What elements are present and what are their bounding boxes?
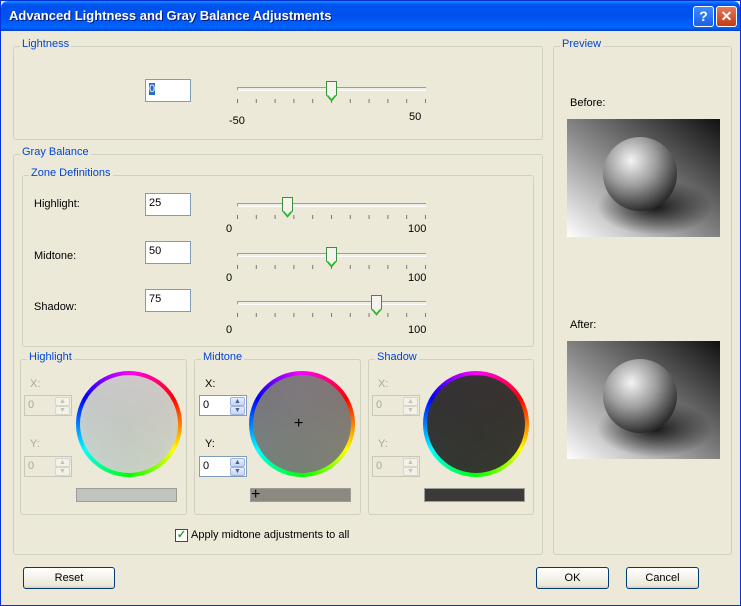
window-title: Advanced Lightness and Gray Balance Adju… xyxy=(9,8,332,23)
zone-definitions-legend: Zone Definitions xyxy=(29,167,113,179)
midtone-crosshair-icon[interactable]: + xyxy=(294,416,303,432)
highlight-x-down-icon: ▼ xyxy=(55,406,70,415)
gray-balance-legend: Gray Balance xyxy=(20,146,91,158)
after-label: After: xyxy=(570,319,597,331)
title-bar[interactable]: Advanced Lightness and Gray Balance Adju… xyxy=(1,1,740,31)
shadow-y-label: Y: xyxy=(378,438,388,450)
highlight-x-label: X: xyxy=(30,378,41,390)
help-button[interactable]: ? xyxy=(693,6,714,27)
midtone-max-label: 100 xyxy=(408,272,427,284)
before-label: Before: xyxy=(570,97,606,109)
cancel-button[interactable]: Cancel xyxy=(626,567,699,589)
highlight-y-down-icon: ▼ xyxy=(55,467,70,476)
shadow-slider[interactable] xyxy=(237,295,426,325)
lightness-legend: Lightness xyxy=(20,38,72,50)
highlight-y-stepper: 0 ▲ ▼ xyxy=(24,456,72,477)
highlight-swatch xyxy=(76,488,177,502)
highlight-x-up-icon: ▲ xyxy=(55,397,70,406)
highlight-x-stepper: 0 ▲ ▼ xyxy=(24,395,72,416)
midtone-slider-thumb[interactable] xyxy=(326,247,337,268)
close-button[interactable]: ✕ xyxy=(716,6,737,27)
apply-all-label[interactable]: Apply midtone adjustments to all xyxy=(191,529,349,541)
shadow-slider-thumb[interactable] xyxy=(370,295,382,316)
midtone-y-stepper[interactable]: 0 ▲ ▼ xyxy=(199,456,247,477)
shadow-label: Shadow: xyxy=(34,301,77,313)
apply-all-checkbox[interactable]: ✓ xyxy=(175,529,188,542)
shadow-max-label: 100 xyxy=(408,324,427,336)
reset-button[interactable]: Reset xyxy=(23,567,115,589)
highlight-input[interactable]: 25 xyxy=(145,193,191,216)
highlight-min-label: 0 xyxy=(226,223,233,235)
midtone-color-wheel[interactable]: + xyxy=(249,371,355,477)
check-icon: ✓ xyxy=(176,529,187,541)
shadow-x-down-icon: ▼ xyxy=(403,406,418,415)
lightness-slider-thumb[interactable] xyxy=(326,81,337,102)
lightness-slider[interactable] xyxy=(237,81,426,111)
midtone-label: Midtone: xyxy=(34,250,77,262)
midtone-input[interactable]: 50 xyxy=(145,241,191,264)
midtone-slider[interactable] xyxy=(237,247,426,277)
highlight-label: Highlight: xyxy=(34,198,80,210)
highlight-y-up-icon: ▲ xyxy=(55,458,70,467)
midtone-swatch-crosshair-icon: + xyxy=(251,486,261,503)
midtone-x-up-icon[interactable]: ▲ xyxy=(230,397,245,406)
after-preview-image xyxy=(567,341,720,459)
shadow-y-stepper: 0 ▲ ▼ xyxy=(372,456,420,477)
highlight-color-wheel xyxy=(76,371,182,477)
midtone-x-down-icon[interactable]: ▼ xyxy=(230,406,245,415)
shadow-y-down-icon: ▼ xyxy=(403,467,418,476)
midtone-swatch: + xyxy=(250,486,351,503)
highlight-wheel-legend: Highlight xyxy=(27,351,74,363)
lightness-max-label: 50 xyxy=(409,111,422,123)
shadow-x-up-icon: ▲ xyxy=(403,397,418,406)
midtone-min-label: 0 xyxy=(226,272,233,284)
shadow-x-stepper: 0 ▲ ▼ xyxy=(372,395,420,416)
lightness-input[interactable]: 0 xyxy=(145,79,191,102)
midtone-y-up-icon[interactable]: ▲ xyxy=(230,458,245,467)
lightness-min-label: -50 xyxy=(229,115,245,127)
shadow-y-up-icon: ▲ xyxy=(403,458,418,467)
shadow-swatch xyxy=(424,488,525,502)
midtone-y-down-icon[interactable]: ▼ xyxy=(230,467,245,476)
shadow-x-label: X: xyxy=(378,378,389,390)
shadow-min-label: 0 xyxy=(226,324,233,336)
before-preview-image xyxy=(567,119,720,237)
highlight-max-label: 100 xyxy=(408,223,427,235)
midtone-y-label: Y: xyxy=(205,438,215,450)
dialog-window: Advanced Lightness and Gray Balance Adju… xyxy=(0,0,741,606)
shadow-wheel-legend: Shadow xyxy=(375,351,419,363)
highlight-y-label: Y: xyxy=(30,438,40,450)
midtone-x-stepper[interactable]: 0 ▲ ▼ xyxy=(199,395,247,416)
midtone-wheel-legend: Midtone xyxy=(201,351,245,363)
shadow-color-wheel xyxy=(423,371,529,477)
highlight-slider[interactable] xyxy=(237,197,426,227)
midtone-x-label: X: xyxy=(205,378,216,390)
preview-legend: Preview xyxy=(560,38,604,50)
ok-button[interactable]: OK xyxy=(536,567,609,589)
highlight-slider-thumb[interactable] xyxy=(281,197,293,218)
shadow-input[interactable]: 75 xyxy=(145,289,191,312)
